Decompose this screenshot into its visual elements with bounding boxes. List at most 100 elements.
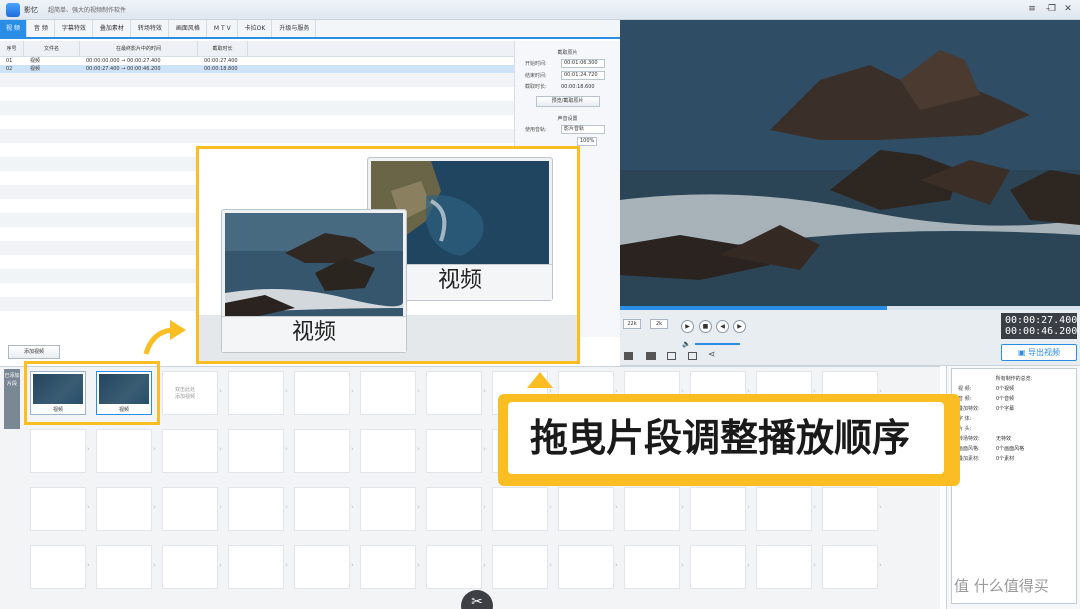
col-duration: 截取时长 bbox=[198, 41, 248, 56]
empty-timeline-slot[interactable] bbox=[690, 545, 746, 589]
new-icon[interactable] bbox=[667, 352, 676, 360]
timeline-side-tab[interactable]: 已添加片段 bbox=[4, 369, 20, 429]
speed-field-2[interactable]: 2k bbox=[650, 319, 668, 329]
slot-arrow-icon: › bbox=[483, 561, 486, 569]
folder-icon[interactable] bbox=[646, 352, 656, 360]
empty-timeline-slot[interactable] bbox=[558, 487, 614, 531]
section-trim-title: 截取原片 bbox=[557, 50, 578, 56]
slot-arrow-icon: › bbox=[615, 503, 618, 511]
image-icon[interactable] bbox=[688, 352, 697, 360]
col-name: 文件名 bbox=[24, 41, 80, 56]
empty-timeline-slot[interactable] bbox=[228, 487, 284, 531]
empty-timeline-slot[interactable] bbox=[426, 371, 482, 415]
volume-slider[interactable] bbox=[695, 343, 740, 345]
slot-arrow-icon: › bbox=[153, 445, 156, 453]
empty-timeline-slot[interactable] bbox=[294, 371, 350, 415]
slot-arrow-icon: › bbox=[417, 561, 420, 569]
tab-mtv[interactable]: M T V bbox=[208, 20, 238, 37]
empty-timeline-slot[interactable] bbox=[30, 545, 86, 589]
preview-trim-button[interactable]: 预览/截取原片 bbox=[535, 96, 600, 107]
slot-arrow-icon: › bbox=[615, 561, 618, 569]
audio-track-select[interactable]: 影片音轨 bbox=[561, 125, 605, 134]
play-button[interactable]: ▶ bbox=[681, 320, 694, 333]
add-video-button[interactable]: 添加视频 bbox=[8, 345, 60, 359]
empty-timeline-slot[interactable] bbox=[756, 487, 812, 531]
tip-callout-text: 拖曳片段调整播放顺序 bbox=[530, 416, 911, 460]
empty-timeline-slot[interactable] bbox=[96, 487, 152, 531]
empty-timeline-slot[interactable] bbox=[426, 429, 482, 473]
restore-icon[interactable]: ❐ bbox=[1046, 3, 1058, 15]
card-front-caption: 视频 bbox=[222, 316, 406, 352]
empty-timeline-slot[interactable] bbox=[360, 371, 416, 415]
overview-box: 所有制作的总览: 视 频: 0个视频 音 频: 0个音频 叠加特效: 0个字幕 字 体… bbox=[951, 368, 1077, 604]
empty-timeline-slot[interactable] bbox=[360, 545, 416, 589]
video-preview[interactable] bbox=[620, 20, 1080, 306]
end-time-field[interactable]: 00:01:24.720 bbox=[561, 71, 605, 80]
slot-arrow-icon: › bbox=[813, 503, 816, 511]
empty-timeline-slot[interactable] bbox=[162, 429, 218, 473]
empty-timeline-slot[interactable] bbox=[162, 545, 218, 589]
tab-video[interactable]: 视 频 bbox=[0, 20, 27, 37]
overview-title: 所有制作的总览: bbox=[995, 376, 1033, 382]
start-time-field[interactable]: 00:01:06.300 bbox=[561, 59, 605, 68]
slot-arrow-icon: › bbox=[813, 561, 816, 569]
empty-timeline-slot[interactable] bbox=[492, 487, 548, 531]
volume-field[interactable]: 100% bbox=[577, 137, 597, 146]
slot-arrow-icon: › bbox=[87, 445, 90, 453]
empty-timeline-slot[interactable] bbox=[294, 545, 350, 589]
slot-arrow-icon: › bbox=[153, 561, 156, 569]
stop-button[interactable]: ■ bbox=[699, 320, 712, 333]
empty-slot-hint[interactable]: 双击此处 添加视频 bbox=[170, 387, 200, 401]
slot-arrow-icon: › bbox=[351, 503, 354, 511]
empty-timeline-slot[interactable] bbox=[690, 487, 746, 531]
slot-arrow-icon: › bbox=[417, 445, 420, 453]
empty-timeline-slot[interactable] bbox=[558, 545, 614, 589]
empty-timeline-slot[interactable] bbox=[162, 487, 218, 531]
empty-timeline-slot[interactable] bbox=[822, 545, 878, 589]
main-tabs: 视 频 音 频 字幕特效 叠加素材 转场特效 画面风格 M T V 卡拉OK 升… bbox=[0, 20, 620, 39]
empty-timeline-slot[interactable] bbox=[96, 429, 152, 473]
slot-arrow-icon: › bbox=[747, 561, 750, 569]
tab-subtitle[interactable]: 字幕特效 bbox=[56, 20, 93, 37]
empty-timeline-slot[interactable] bbox=[360, 487, 416, 531]
drag-card-front: 视频 bbox=[221, 209, 407, 353]
next-frame-button[interactable]: ▶ bbox=[733, 320, 746, 333]
empty-timeline-slot[interactable] bbox=[426, 545, 482, 589]
tab-audio[interactable]: 音 频 bbox=[28, 20, 55, 37]
close-icon[interactable]: ✕ bbox=[1062, 3, 1074, 15]
tab-overlay[interactable]: 叠加素材 bbox=[94, 20, 131, 37]
table-row[interactable]: 01 视频 00:00:00.000 → 00:00:27.400 00:00:… bbox=[0, 57, 514, 65]
speed-field[interactable]: 22k bbox=[623, 319, 641, 329]
empty-timeline-slot[interactable] bbox=[492, 545, 548, 589]
empty-timeline-slot[interactable] bbox=[624, 545, 680, 589]
empty-timeline-slot[interactable] bbox=[426, 487, 482, 531]
app-name: 影忆 bbox=[24, 6, 38, 14]
empty-timeline-slot[interactable] bbox=[228, 545, 284, 589]
empty-timeline-slot[interactable] bbox=[228, 429, 284, 473]
empty-timeline-slot[interactable] bbox=[30, 487, 86, 531]
prev-frame-button[interactable]: ◀ bbox=[716, 320, 729, 333]
tip-callout: 拖曳片段调整播放顺序 bbox=[498, 394, 960, 486]
slot-arrow-icon: › bbox=[219, 561, 222, 569]
trim-duration: 00:00:18.600 bbox=[561, 83, 595, 90]
empty-timeline-slot[interactable] bbox=[624, 487, 680, 531]
save-icon[interactable] bbox=[624, 352, 633, 360]
export-video-button[interactable]: ▣ 导出视频 bbox=[1001, 344, 1077, 361]
empty-timeline-slot[interactable] bbox=[360, 429, 416, 473]
tab-upgrade[interactable]: 升级与服务 bbox=[273, 20, 317, 37]
slot-arrow-icon: › bbox=[153, 503, 156, 511]
empty-timeline-slot[interactable] bbox=[822, 487, 878, 531]
menu-icon[interactable]: ≡ bbox=[1026, 3, 1038, 15]
tab-style[interactable]: 画面风格 bbox=[170, 20, 207, 37]
empty-timeline-slot[interactable] bbox=[30, 429, 86, 473]
empty-timeline-slot[interactable] bbox=[756, 545, 812, 589]
empty-timeline-slot[interactable] bbox=[96, 545, 152, 589]
empty-timeline-slot[interactable] bbox=[294, 429, 350, 473]
table-row[interactable]: 02 视频 00:00:27.400 → 00:00:46.200 00:00:… bbox=[0, 65, 514, 73]
tab-transition[interactable]: 转场特效 bbox=[132, 20, 169, 37]
share-icon[interactable]: ⋖ bbox=[708, 350, 716, 360]
volume-icon[interactable]: 🔈 bbox=[682, 340, 691, 348]
tab-karaoke[interactable]: 卡拉OK bbox=[239, 20, 273, 37]
empty-timeline-slot[interactable] bbox=[228, 371, 284, 415]
empty-timeline-slot[interactable] bbox=[294, 487, 350, 531]
